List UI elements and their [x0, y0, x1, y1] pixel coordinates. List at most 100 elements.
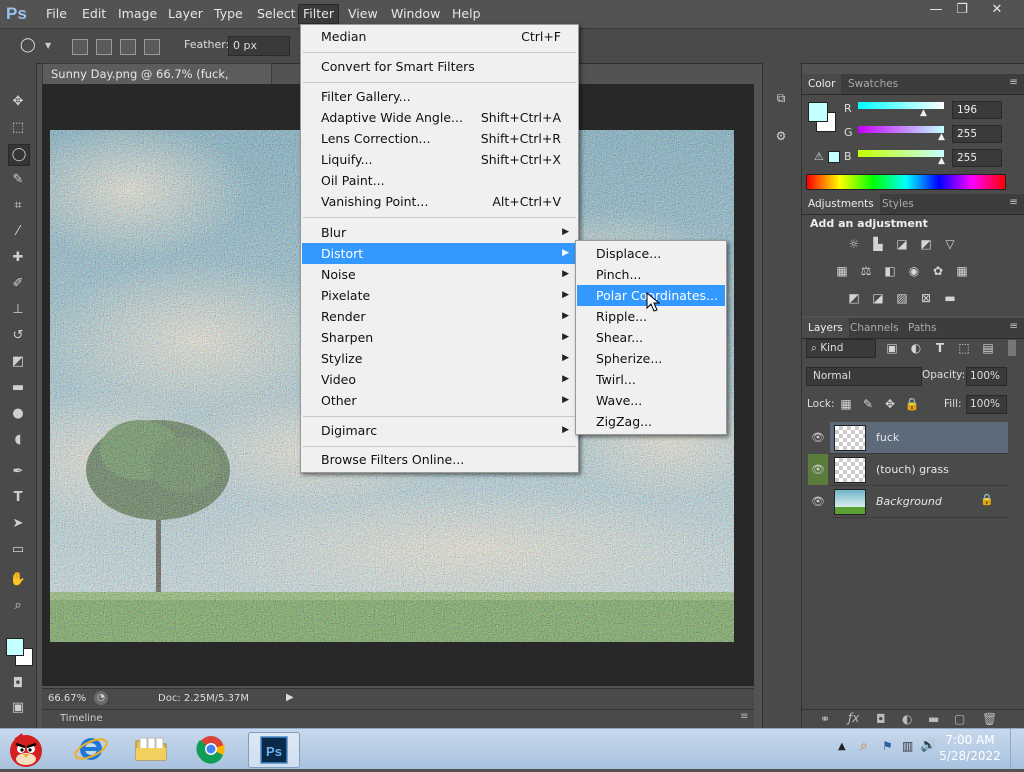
- screen-mode-icon[interactable]: ▣: [8, 698, 28, 718]
- timeline-label[interactable]: Timeline: [60, 713, 103, 724]
- menu-item-noise[interactable]: Noise ▶: [302, 264, 577, 285]
- status-arrow-icon[interactable]: ▶: [286, 692, 294, 703]
- pen-tool-icon[interactable]: ✒: [8, 462, 28, 482]
- taskbar-chrome[interactable]: [186, 732, 236, 766]
- green-value-input[interactable]: 255: [952, 125, 1002, 143]
- type-tool-icon[interactable]: T: [8, 488, 28, 508]
- channel-mixer-icon[interactable]: ✿: [930, 263, 946, 279]
- red-value-input[interactable]: 196: [952, 101, 1002, 119]
- brush-tool-icon[interactable]: ✐: [8, 274, 28, 294]
- hand-tool-icon[interactable]: ✋: [8, 570, 28, 590]
- stamp-tool-icon[interactable]: ⊥: [8, 300, 28, 320]
- quick-mask-icon[interactable]: ◘: [8, 674, 28, 694]
- submenu-item-displace[interactable]: Displace...: [577, 243, 725, 264]
- panel-menu-icon[interactable]: ≡: [1009, 196, 1018, 208]
- zoom-tool-icon[interactable]: ⌕: [8, 596, 28, 616]
- layer-row[interactable]: fuck: [830, 422, 1008, 454]
- lock-transparent-icon[interactable]: ▦: [838, 396, 854, 412]
- taskbar-clock[interactable]: 7:00 AM 5/28/2022: [930, 732, 1010, 764]
- history-panel-icon[interactable]: ⧉: [773, 90, 789, 106]
- menu-item-other[interactable]: Other ▶: [302, 390, 577, 411]
- fx-icon[interactable]: ƒx: [848, 711, 859, 725]
- link-layers-icon[interactable]: ⚭: [820, 712, 830, 726]
- eyedropper-tool-icon[interactable]: ⁄: [8, 222, 28, 242]
- healing-tool-icon[interactable]: ✚: [8, 248, 28, 268]
- foreground-color-swatch[interactable]: [808, 102, 828, 122]
- lock-pixels-icon[interactable]: ✎: [860, 396, 876, 412]
- menu-item-pixelate[interactable]: Pixelate ▶: [302, 285, 577, 306]
- tab-adjustments[interactable]: Adjustments: [802, 194, 880, 214]
- tray-expand-icon[interactable]: ▲: [838, 741, 846, 752]
- tab-channels[interactable]: Channels: [844, 318, 905, 338]
- tray-flag-icon[interactable]: ⚑: [882, 739, 893, 753]
- delete-layer-icon[interactable]: 🗑: [982, 712, 997, 726]
- menu-layer[interactable]: Layer: [164, 5, 207, 23]
- feather-input[interactable]: 0 px: [228, 36, 290, 56]
- threshold-icon[interactable]: ▨: [894, 290, 910, 306]
- opacity-input[interactable]: 100%: [966, 367, 1007, 386]
- restore-button[interactable]: ❐: [948, 0, 976, 20]
- menu-item-convert-smart-filters[interactable]: Convert for Smart Filters: [302, 56, 577, 77]
- menu-window[interactable]: Window: [387, 5, 444, 23]
- submenu-item-spherize[interactable]: Spherize...: [577, 348, 725, 369]
- vibrance-icon[interactable]: ▽: [942, 236, 958, 252]
- taskbar-internet-explorer[interactable]: [66, 732, 116, 766]
- panel-menu-icon[interactable]: ≡: [1009, 320, 1018, 332]
- menu-item-filter-gallery[interactable]: Filter Gallery...: [302, 86, 577, 107]
- new-selection-icon[interactable]: [72, 39, 88, 55]
- filter-adjustment-icon[interactable]: ◐: [908, 340, 924, 356]
- lock-position-icon[interactable]: ✥: [882, 396, 898, 412]
- panel-menu-icon[interactable]: ≡: [1009, 76, 1018, 88]
- subtract-selection-icon[interactable]: [120, 39, 136, 55]
- visibility-eye-icon[interactable]: 👁: [808, 422, 828, 453]
- menu-help[interactable]: Help: [448, 5, 485, 23]
- red-slider[interactable]: [858, 102, 944, 109]
- menu-item-median[interactable]: Median Ctrl+F: [302, 26, 577, 47]
- curves-icon[interactable]: ◪: [894, 236, 910, 252]
- blend-mode-select[interactable]: Normal: [806, 367, 922, 386]
- brightness-contrast-icon[interactable]: ☼: [846, 236, 862, 252]
- new-adjustment-icon[interactable]: ◐: [902, 712, 912, 726]
- exposure-icon[interactable]: ◩: [918, 236, 934, 252]
- new-layer-icon[interactable]: ▢: [954, 712, 965, 726]
- quick-select-tool-icon[interactable]: ✎: [8, 170, 28, 190]
- tray-network-icon[interactable]: ▥: [902, 739, 913, 753]
- slider-handle-icon[interactable]: ▲: [938, 156, 945, 166]
- out-of-gamut-warning-icon[interactable]: ⚠: [814, 150, 824, 163]
- show-desktop-button[interactable]: [1010, 729, 1024, 769]
- gradient-map-icon[interactable]: ▬: [942, 290, 958, 306]
- photo-filter-icon[interactable]: ◉: [906, 263, 922, 279]
- hue-saturation-icon[interactable]: ▦: [834, 263, 850, 279]
- menu-filter[interactable]: Filter: [298, 4, 339, 24]
- document-tab[interactable]: Sunny Day.png @ 66.7% (fuck, RGB/8) *: [42, 63, 272, 101]
- add-mask-icon[interactable]: ◘: [876, 712, 886, 726]
- layer-row[interactable]: Background 🔒: [830, 486, 1008, 518]
- lasso-tool-icon[interactable]: ◯: [8, 144, 30, 166]
- marquee-tool-icon[interactable]: ⬚: [8, 118, 28, 138]
- menu-item-browse-filters-online[interactable]: Browse Filters Online...: [302, 449, 577, 470]
- menu-item-lens-correction[interactable]: Lens Correction... Shift+Ctrl+R: [302, 128, 577, 149]
- panel-menu-icon[interactable]: ≡: [740, 711, 748, 722]
- tab-swatches[interactable]: Swatches: [842, 74, 904, 94]
- minimize-button[interactable]: —: [922, 0, 950, 20]
- status-info-icon[interactable]: ◔: [94, 691, 108, 705]
- visibility-eye-icon[interactable]: 👁: [808, 454, 828, 485]
- layer-filter-select[interactable]: ⌕ Kind: [806, 339, 876, 358]
- menu-type[interactable]: Type: [210, 5, 247, 23]
- color-ramp[interactable]: [806, 174, 1006, 190]
- levels-icon[interactable]: ▙: [870, 236, 886, 252]
- tab-layers[interactable]: Layers: [802, 318, 849, 338]
- menu-item-video[interactable]: Video ▶: [302, 369, 577, 390]
- blur-tool-icon[interactable]: ●: [8, 404, 28, 424]
- selective-color-icon[interactable]: ⊠: [918, 290, 934, 306]
- invert-icon[interactable]: ◩: [846, 290, 862, 306]
- slider-handle-icon[interactable]: ▲: [920, 108, 927, 118]
- submenu-item-zigzag[interactable]: ZigZag...: [577, 411, 725, 432]
- menu-item-stylize[interactable]: Stylize ▶: [302, 348, 577, 369]
- menu-item-vanishing-point[interactable]: Vanishing Point... Alt+Ctrl+V: [302, 191, 577, 212]
- tab-color[interactable]: Color: [802, 74, 842, 94]
- submenu-item-pinch[interactable]: Pinch...: [577, 264, 725, 285]
- taskbar-file-explorer[interactable]: [126, 732, 176, 766]
- layer-row[interactable]: (touch) grass: [830, 454, 1008, 486]
- dodge-tool-icon[interactable]: ◖: [8, 430, 28, 450]
